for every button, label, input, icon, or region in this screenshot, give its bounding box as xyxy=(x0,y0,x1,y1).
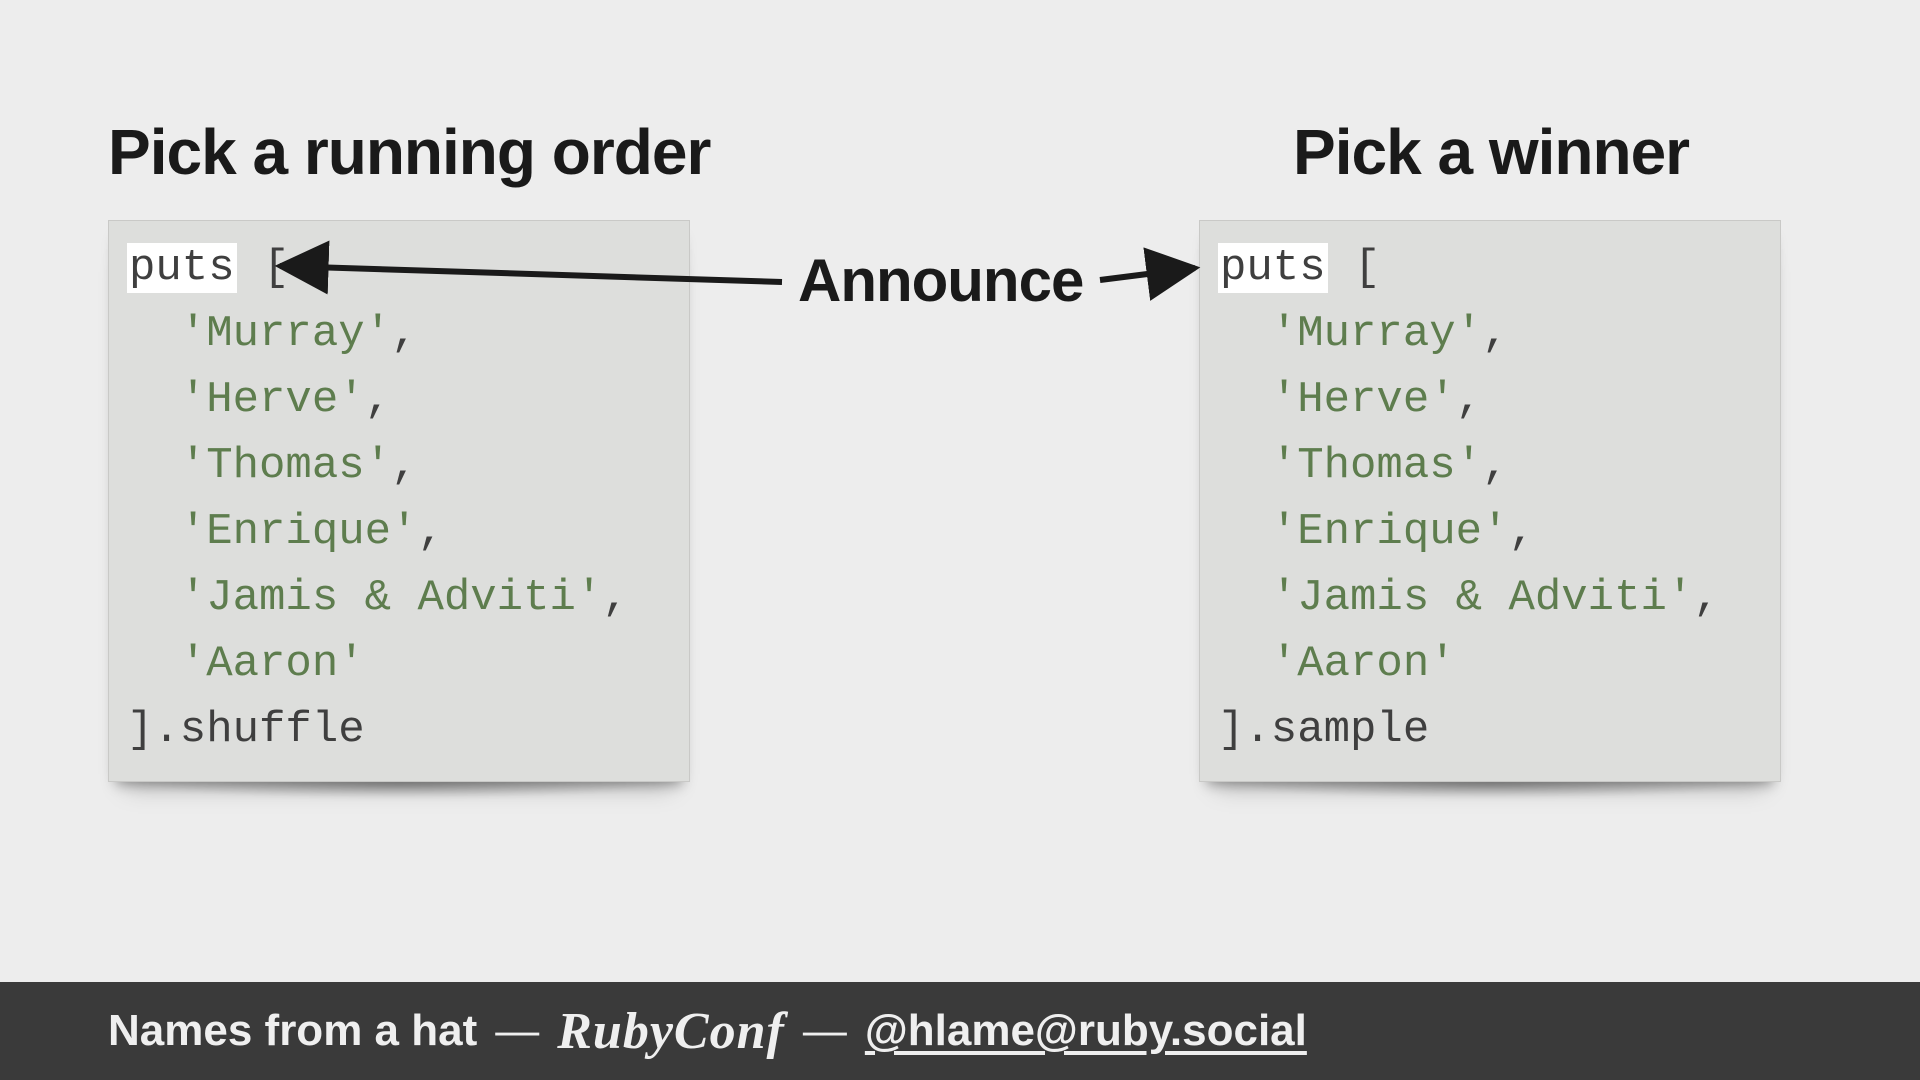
heading-left: Pick a running order xyxy=(108,115,710,189)
footer-event-logo: RubyConf xyxy=(557,1002,785,1061)
code-block-right: puts [ 'Murray', 'Herve', 'Thomas', 'Enr… xyxy=(1199,220,1781,782)
footer-sep-2: — xyxy=(803,1006,847,1056)
footer-title: Names from a hat xyxy=(108,1006,477,1056)
announce-label: Announce xyxy=(798,246,1083,315)
slide: Pick a running order Pick a winner puts … xyxy=(0,0,1920,1080)
heading-right: Pick a winner xyxy=(1293,115,1689,189)
footer-handle[interactable]: @hlame@ruby.social xyxy=(865,1006,1307,1056)
code-left: puts [ 'Murray', 'Herve', 'Thomas', 'Enr… xyxy=(127,235,671,763)
code-right: puts [ 'Murray', 'Herve', 'Thomas', 'Enr… xyxy=(1218,235,1762,763)
code-block-left: puts [ 'Murray', 'Herve', 'Thomas', 'Enr… xyxy=(108,220,690,782)
footer-sep-1: — xyxy=(495,1006,539,1056)
footer: Names from a hat — RubyConf — @hlame@rub… xyxy=(0,982,1920,1080)
